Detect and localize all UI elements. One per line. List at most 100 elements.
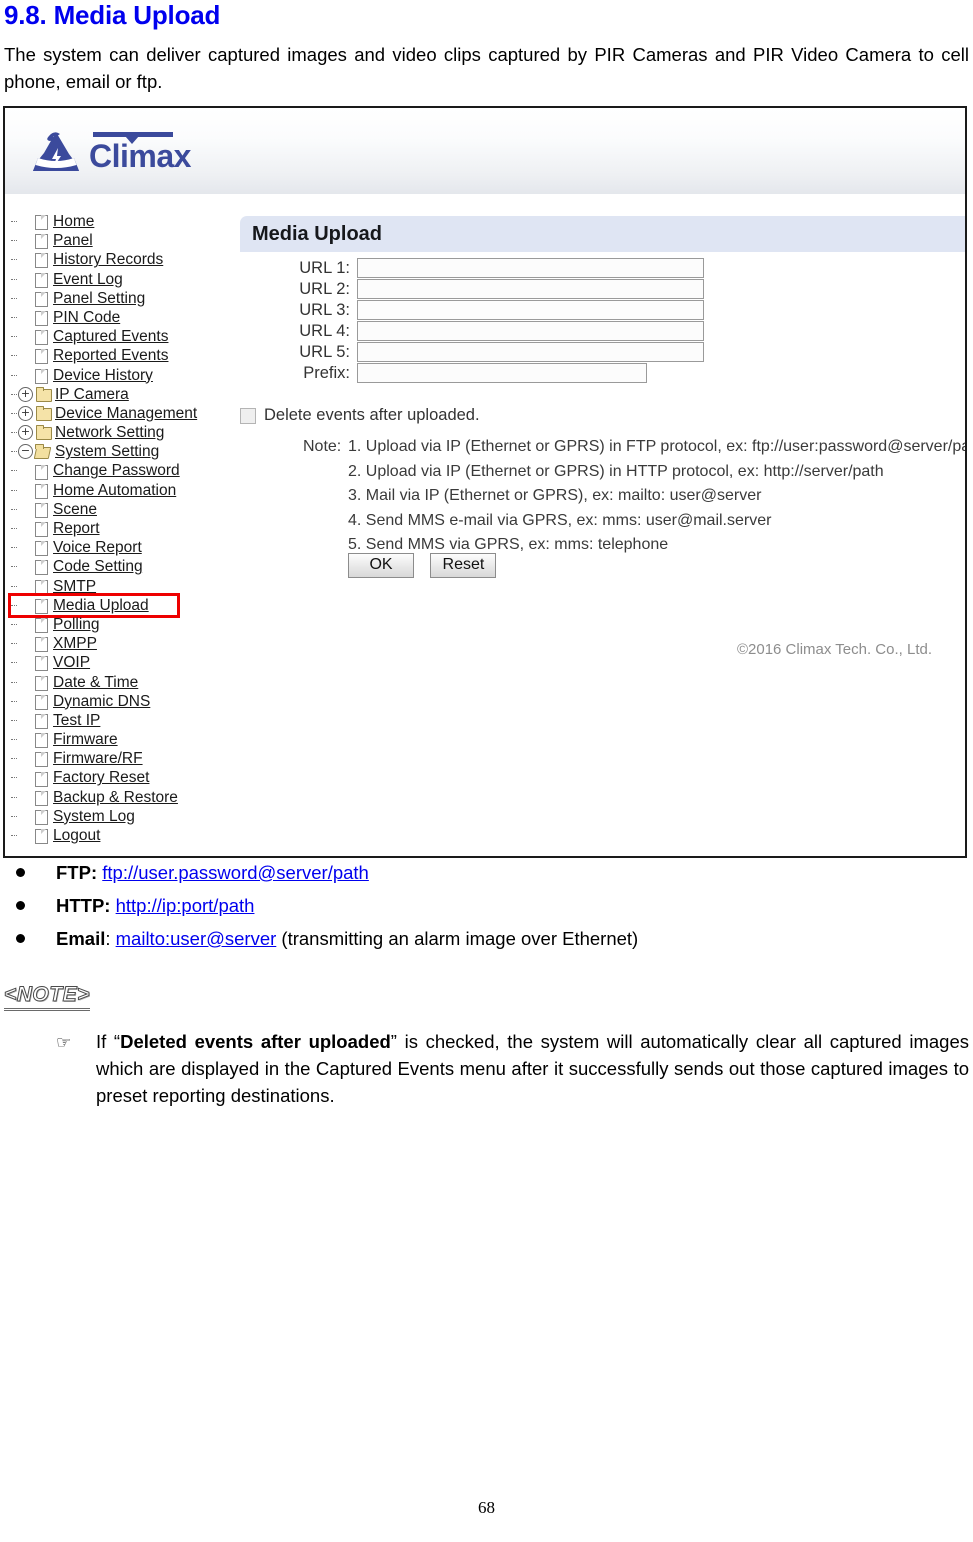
sidebar-item-system-log[interactable]: System Log bbox=[11, 807, 233, 826]
sidebar-item-label[interactable]: IP Camera bbox=[55, 385, 129, 404]
expand-icon[interactable]: + bbox=[18, 405, 33, 421]
sidebar-item-firmware-rf[interactable]: Firmware/RF bbox=[11, 749, 233, 768]
sidebar-item-dynamic-dns[interactable]: Dynamic DNS bbox=[11, 692, 233, 711]
reset-button[interactable]: Reset bbox=[430, 553, 497, 578]
sidebar-item-label[interactable]: Reported Events bbox=[53, 346, 168, 365]
sidebar-item-voice-report[interactable]: Voice Report bbox=[11, 538, 233, 557]
sidebar-item-label[interactable]: Change Password bbox=[53, 461, 180, 480]
sidebar-item-label[interactable]: Scene bbox=[53, 500, 97, 519]
sidebar-item-change-password[interactable]: Change Password bbox=[11, 461, 233, 480]
sidebar-item-captured-events[interactable]: Captured Events bbox=[11, 327, 233, 346]
sidebar-item-xmpp[interactable]: XMPP bbox=[11, 634, 233, 653]
sidebar-item-label[interactable]: Date & Time bbox=[53, 673, 138, 692]
sidebar-tree[interactable]: Home Panel History Records Event Log Panel S… bbox=[8, 212, 233, 845]
sidebar-item-date-time[interactable]: Date & Time bbox=[11, 673, 233, 692]
expand-icon[interactable]: + bbox=[18, 386, 33, 402]
sidebar-item-label[interactable]: Logout bbox=[53, 826, 100, 845]
sidebar-item-polling[interactable]: Polling bbox=[11, 615, 233, 634]
sidebar-item-label[interactable]: PIN Code bbox=[53, 308, 120, 327]
sidebar-item-device-management[interactable]: + Device Management bbox=[11, 404, 233, 423]
input-url-3[interactable] bbox=[357, 300, 704, 320]
ok-button[interactable]: OK bbox=[348, 553, 414, 578]
sidebar-item-label[interactable]: Factory Reset bbox=[53, 768, 149, 787]
input-url-1[interactable] bbox=[357, 258, 704, 278]
sidebar-item-home-automation[interactable]: Home Automation bbox=[11, 481, 233, 500]
sidebar-item-history-records[interactable]: History Records bbox=[11, 250, 233, 269]
expand-icon[interactable]: + bbox=[18, 425, 33, 441]
sidebar-item-label[interactable]: Captured Events bbox=[53, 327, 168, 346]
sidebar-item-system-setting[interactable]: − System Setting bbox=[11, 442, 233, 461]
page-icon bbox=[33, 464, 50, 480]
sidebar-item-reported-events[interactable]: Reported Events bbox=[11, 346, 233, 365]
note-text-bold: Deleted events after uploaded bbox=[120, 1031, 391, 1052]
page-icon bbox=[33, 675, 50, 691]
sidebar-item-label[interactable]: Firmware bbox=[53, 730, 118, 749]
bullet-link[interactable]: mailto:user@server bbox=[116, 928, 277, 949]
input-prefix[interactable] bbox=[357, 363, 647, 383]
input-url-2[interactable] bbox=[357, 279, 704, 299]
tree-guide bbox=[11, 768, 18, 787]
sidebar-item-media-upload[interactable]: Media Upload bbox=[8, 592, 180, 618]
collapse-icon[interactable]: − bbox=[18, 444, 33, 460]
sidebar-item-label[interactable]: Dynamic DNS bbox=[53, 692, 150, 711]
sidebar-item-label[interactable]: Panel Setting bbox=[53, 289, 145, 308]
sidebar-item-smtp[interactable]: SMTP bbox=[11, 577, 233, 596]
sidebar-item-label[interactable]: System Setting bbox=[55, 442, 159, 461]
sidebar-item-firmware[interactable]: Firmware bbox=[11, 730, 233, 749]
sidebar-item-label[interactable]: Backup & Restore bbox=[53, 788, 178, 807]
sidebar-item-label[interactable]: Firmware/RF bbox=[53, 749, 143, 768]
sidebar-item-event-log[interactable]: Event Log bbox=[11, 270, 233, 289]
folder-icon bbox=[35, 425, 52, 441]
sidebar-item-label[interactable]: Polling bbox=[53, 615, 100, 634]
page-icon bbox=[33, 540, 50, 557]
form-buttons[interactable]: OK Reset bbox=[348, 553, 508, 578]
sidebar-item-panel[interactable]: Panel bbox=[11, 231, 233, 250]
sidebar-item-logout[interactable]: Logout bbox=[11, 826, 233, 845]
sidebar-item-label[interactable]: Panel bbox=[53, 231, 93, 250]
sidebar-item-ip-camera[interactable]: + IP Camera bbox=[11, 385, 233, 404]
sidebar-item-code-setting[interactable]: Code Setting bbox=[11, 557, 233, 576]
sidebar-item-scene[interactable]: Scene bbox=[11, 500, 233, 519]
sidebar-item-label[interactable]: Home bbox=[53, 212, 94, 231]
sidebar-item-label[interactable]: Event Log bbox=[53, 270, 123, 289]
sidebar-item-label[interactable]: Network Setting bbox=[55, 423, 164, 442]
sidebar-item-home[interactable]: Home bbox=[11, 212, 233, 231]
sidebar-item-label[interactable]: Home Automation bbox=[53, 481, 176, 500]
sidebar-item-factory-reset[interactable]: Factory Reset bbox=[11, 768, 233, 787]
copyright-text: ©2016 Climax Tech. Co., Ltd. bbox=[736, 641, 932, 658]
sidebar-item-label[interactable]: SMTP bbox=[53, 577, 96, 596]
bullet-term: FTP: bbox=[56, 862, 98, 883]
sidebar-item-panel-setting[interactable]: Panel Setting bbox=[11, 289, 233, 308]
form-row-url-4: URL 4: bbox=[240, 321, 720, 341]
sidebar-item-label[interactable]: Test IP bbox=[53, 711, 100, 730]
sidebar-item-label[interactable]: Media Upload bbox=[53, 596, 149, 615]
sidebar-item-network-setting[interactable]: + Network Setting bbox=[11, 423, 233, 442]
sidebar-item-backup-restore[interactable]: Backup & Restore bbox=[11, 788, 233, 807]
sidebar-item-voip[interactable]: VOIP bbox=[11, 653, 233, 672]
bullet-link[interactable]: ftp://user.password@server/path bbox=[102, 862, 369, 883]
sidebar-item-label[interactable]: Device Management bbox=[55, 404, 197, 423]
sidebar-item-label[interactable]: Device History bbox=[53, 366, 153, 385]
sidebar-item-report[interactable]: Report bbox=[11, 519, 233, 538]
sidebar-item-label[interactable]: Code Setting bbox=[53, 557, 143, 576]
sidebar-item-label[interactable]: Voice Report bbox=[53, 538, 142, 557]
input-url-4[interactable] bbox=[357, 321, 704, 341]
sidebar-item-label[interactable]: XMPP bbox=[53, 634, 97, 653]
media-upload-form[interactable]: URL 1: URL 2: URL 3: URL 4: URL 5: Prefix: bbox=[240, 258, 720, 384]
sidebar-item-label[interactable]: History Records bbox=[53, 250, 163, 269]
tree-guide bbox=[11, 289, 18, 308]
sidebar-item-test-ip[interactable]: Test IP bbox=[11, 711, 233, 730]
sidebar-item-label[interactable]: System Log bbox=[53, 807, 135, 826]
sidebar-item-label[interactable]: Report bbox=[53, 519, 100, 538]
sidebar-item-device-history[interactable]: Device History bbox=[11, 366, 233, 385]
input-url-5[interactable] bbox=[357, 342, 704, 362]
delete-events-checkbox[interactable] bbox=[240, 407, 256, 424]
sidebar-item-pin-code[interactable]: PIN Code bbox=[11, 308, 233, 327]
bullet-link[interactable]: http://ip:port/path bbox=[116, 895, 255, 916]
delete-events-row[interactable]: Delete events after uploaded. bbox=[240, 406, 480, 425]
sidebar-item-label[interactable]: VOIP bbox=[53, 653, 90, 672]
